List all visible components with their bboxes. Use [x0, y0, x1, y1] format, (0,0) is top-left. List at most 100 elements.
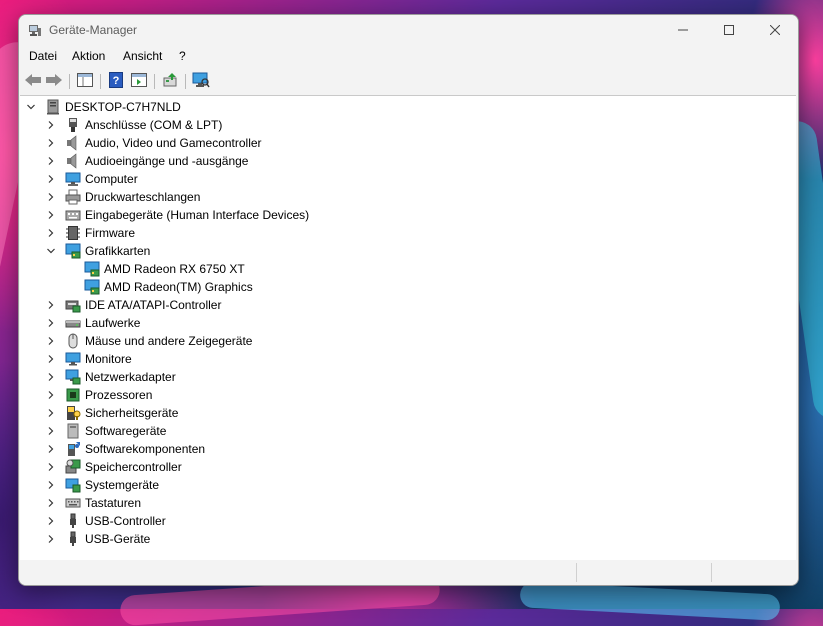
- chevron-right-icon[interactable]: [46, 336, 56, 346]
- tree-category-mäuse-und-andere-zeigegeräte[interactable]: Mäuse und andere Zeigegeräte: [46, 332, 252, 350]
- menu-datei[interactable]: Datei: [29, 49, 57, 63]
- tree-category-laufwerke[interactable]: Laufwerke: [46, 314, 140, 332]
- chevron-right-icon[interactable]: [46, 516, 56, 526]
- chevron-right-icon[interactable]: [46, 534, 56, 544]
- console-tree-icon: [77, 72, 93, 90]
- tree-category-audio-video-und-gamecontroller[interactable]: Audio, Video und Gamecontroller: [46, 134, 262, 152]
- chevron-right-icon[interactable]: [46, 318, 56, 328]
- window-title: Geräte-Manager: [49, 23, 138, 37]
- tree-category-label: Computer: [85, 172, 138, 186]
- computer-root-icon: [45, 99, 61, 115]
- security-device-icon: [65, 405, 81, 421]
- tree-category-anschlüsse-com-lpt[interactable]: Anschlüsse (COM & LPT): [46, 116, 222, 134]
- tree-category-label: Softwarekomponenten: [85, 442, 206, 456]
- tree-category-label: Prozessoren: [85, 388, 153, 402]
- menu-help[interactable]: ?: [179, 49, 186, 63]
- software-device-icon: [65, 423, 81, 439]
- tree-category-usb-geräte[interactable]: USB-Geräte: [46, 530, 150, 548]
- chevron-right-icon[interactable]: [46, 192, 56, 202]
- tree-category-label: USB-Controller: [85, 514, 166, 528]
- tree-category-softwarekomponenten[interactable]: Softwarekomponenten: [46, 440, 205, 458]
- toolbar-separator: [69, 74, 70, 89]
- chevron-right-icon[interactable]: [46, 138, 56, 148]
- action-pane-icon: [131, 72, 147, 90]
- chevron-right-icon[interactable]: [46, 372, 56, 382]
- chevron-right-icon[interactable]: [46, 426, 56, 436]
- title-bar[interactable]: Geräte-Manager: [19, 15, 798, 45]
- tree-category-speichercontroller[interactable]: Speichercontroller: [46, 458, 182, 476]
- tree-category-tastaturen[interactable]: Tastaturen: [46, 494, 141, 512]
- tree-category-eingabegeräte-human-interface-devices[interactable]: Eingabegeräte (Human Interface Devices): [46, 206, 309, 224]
- gpu-device-icon: [84, 261, 100, 277]
- minimize-button[interactable]: [660, 15, 706, 45]
- tree-category-softwaregeräte[interactable]: Softwaregeräte: [46, 422, 166, 440]
- tree-category-druckwarteschlangen[interactable]: Druckwarteschlangen: [46, 188, 200, 206]
- chevron-right-icon[interactable]: [46, 210, 56, 220]
- speaker-icon: [65, 153, 81, 169]
- chevron-down-icon[interactable]: [26, 102, 36, 112]
- tree-category-monitore[interactable]: Monitore: [46, 350, 132, 368]
- ide-controller-icon: [65, 297, 81, 313]
- tree-category-grafikkarten[interactable]: Grafikkarten: [46, 242, 150, 260]
- update-driver-button[interactable]: [160, 72, 180, 90]
- tree-category-netzwerkadapter[interactable]: Netzwerkadapter: [46, 368, 176, 386]
- help-button[interactable]: ?: [106, 71, 126, 90]
- tree-category-label: Anschlüsse (COM & LPT): [85, 118, 223, 132]
- port-icon: [65, 117, 81, 133]
- tree-category-label: Netzwerkadapter: [85, 370, 176, 384]
- chevron-right-icon[interactable]: [46, 444, 56, 454]
- chevron-right-icon[interactable]: [46, 120, 56, 130]
- tree-category-label: Tastaturen: [85, 496, 142, 510]
- tree-category-label: Firmware: [85, 226, 135, 240]
- tree-device-amd-radeon-rx-6750-xt[interactable]: AMD Radeon RX 6750 XT: [84, 260, 245, 278]
- show-hide-console-tree-button[interactable]: [75, 72, 95, 90]
- tree-category-sicherheitsgeräte[interactable]: Sicherheitsgeräte: [46, 404, 178, 422]
- wallpaper-stripe: [519, 581, 781, 621]
- tree-category-label: Grafikkarten: [85, 244, 151, 258]
- chevron-right-icon[interactable]: [46, 462, 56, 472]
- tree-category-audioeingänge-und-ausgänge[interactable]: Audioeingänge und -ausgänge: [46, 152, 248, 170]
- chevron-right-icon[interactable]: [46, 228, 56, 238]
- network-adapter-icon: [65, 369, 81, 385]
- update-driver-icon: [162, 72, 178, 91]
- svg-text:?: ?: [113, 75, 120, 87]
- tree-category-prozessoren[interactable]: Prozessoren: [46, 386, 152, 404]
- tree-category-label: USB-Geräte: [85, 532, 151, 546]
- tree-root[interactable]: DESKTOP-C7H7NLD: [26, 98, 181, 116]
- monitor-icon: [65, 351, 81, 367]
- menu-aktion[interactable]: Aktion: [72, 49, 105, 63]
- status-pane-divider: [711, 563, 712, 582]
- tree-category-usb-controller[interactable]: USB-Controller: [46, 512, 166, 530]
- chevron-right-icon[interactable]: [46, 480, 56, 490]
- tree-device-label: AMD Radeon RX 6750 XT: [104, 262, 245, 276]
- tree-category-systemgeräte[interactable]: Systemgeräte: [46, 476, 159, 494]
- tree-category-label: Druckwarteschlangen: [85, 190, 201, 204]
- close-button[interactable]: [752, 15, 798, 45]
- chevron-right-icon[interactable]: [46, 498, 56, 508]
- monitor-scan-icon: [192, 72, 210, 91]
- tree-category-computer[interactable]: Computer: [46, 170, 138, 188]
- toolbar: ?: [19, 68, 798, 94]
- maximize-button[interactable]: [706, 15, 752, 45]
- chevron-right-icon[interactable]: [46, 174, 56, 184]
- chevron-right-icon[interactable]: [46, 354, 56, 364]
- chevron-right-icon[interactable]: [46, 156, 56, 166]
- forward-button[interactable]: [44, 72, 64, 90]
- chevron-right-icon[interactable]: [46, 300, 56, 310]
- forward-arrow-icon: [45, 73, 63, 90]
- chevron-down-icon[interactable]: [46, 246, 56, 256]
- toolbar-separator: [100, 74, 101, 89]
- back-button[interactable]: [23, 72, 43, 90]
- tree-category-label: Systemgeräte: [85, 478, 160, 492]
- menu-ansicht[interactable]: Ansicht: [123, 49, 162, 63]
- tree-device-amd-radeon-tm-graphics[interactable]: AMD Radeon(TM) Graphics: [84, 278, 253, 296]
- tree-category-firmware[interactable]: Firmware: [46, 224, 135, 242]
- firmware-icon: [65, 225, 81, 241]
- device-tree[interactable]: DESKTOP-C7H7NLD Anschlüsse (COM & LPT) Au…: [20, 95, 796, 561]
- tree-category-ide-ata-atapi-controller[interactable]: IDE ATA/ATAPI-Controller: [46, 296, 221, 314]
- action-pane-button[interactable]: [129, 72, 149, 90]
- chevron-right-icon[interactable]: [46, 408, 56, 418]
- chevron-right-icon[interactable]: [46, 390, 56, 400]
- device-manager-window: Geräte-Manager Datei Aktion Ansicht ? ?: [18, 14, 799, 586]
- scan-hardware-button[interactable]: [191, 72, 211, 90]
